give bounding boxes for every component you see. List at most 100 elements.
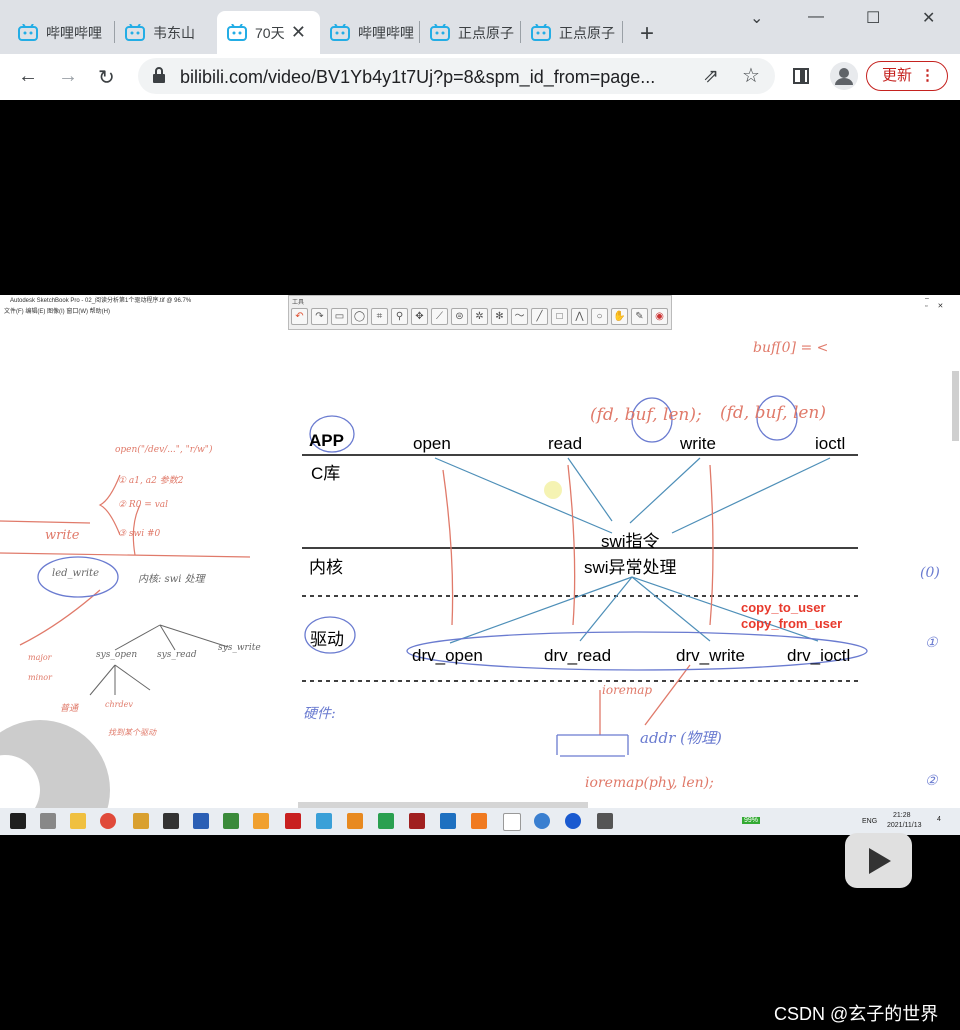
app-icon — [440, 813, 456, 829]
hand-left-3: ③ swi #0 — [118, 529, 161, 539]
hand-left-14: minor — [28, 673, 52, 682]
video-frame-desktop: Autodesk SketchBook Pro - 02_阅读分析第1个驱动程序… — [0, 295, 960, 835]
app-icon — [534, 813, 550, 829]
tab-title: 韦东山 — [153, 24, 195, 41]
call-ioctl: ioctl — [815, 434, 846, 453]
update-label: 更新 — [882, 67, 913, 84]
hand-left-5: led_write — [52, 568, 99, 579]
call-open: open — [413, 434, 451, 453]
tab-title: 哔哩哔哩 — [46, 24, 102, 41]
battery-indicator: 99% — [742, 817, 761, 824]
hand-buf-note: buf[0] = < — [753, 340, 829, 356]
drv-read: drv_read — [544, 646, 612, 665]
url-text[interactable]: bilibili.com/video/BV1Yb4y1t7Uj?p=8&spm_… — [180, 67, 685, 88]
back-icon[interactable]: ← — [18, 65, 38, 88]
copy-from-user-label: copy_from_user — [741, 616, 843, 631]
app-icon — [347, 813, 363, 829]
row-kernel: 内核 — [309, 558, 343, 577]
tab-bilibili-2[interactable]: 哔哩哔哩 — [320, 11, 420, 54]
drv-open: drv_open — [412, 646, 483, 665]
hand-hardware: 硬件: — [303, 706, 336, 722]
tree-lines — [89, 624, 229, 696]
explorer-icon — [70, 813, 86, 829]
canvas-vertical-scrollbar — [952, 371, 959, 441]
task-view-icon — [40, 813, 56, 829]
hand-right-1: ① — [925, 635, 938, 651]
row-app: APP — [309, 431, 344, 450]
hand-left-0: open("/dev/...", "r/w") — [115, 445, 213, 455]
chrome-icon — [100, 813, 116, 829]
reload-icon[interactable]: ↻ — [98, 65, 115, 90]
close-icon[interactable]: ✕ — [291, 22, 306, 43]
call-read: read — [548, 434, 583, 453]
hand-ioremap: ioremap — [602, 683, 653, 697]
swi-instruction: swi指令 — [601, 532, 660, 551]
csdn-watermark: CSDN @玄子的世界 — [774, 1004, 939, 1024]
hand-right-2: ② — [925, 773, 938, 789]
hand-left-6: 内核: swi 处理 — [138, 574, 205, 585]
typora-icon — [503, 813, 521, 831]
tab-title: 正点原子 — [458, 24, 514, 41]
tab-title: 哔哩哔哩 — [358, 24, 414, 41]
bilibili-icon — [430, 24, 450, 41]
tab-weidongshan[interactable]: 韦东山 — [115, 11, 217, 54]
hand-left-7: sys_open — [96, 650, 138, 660]
tab-separator — [622, 21, 623, 43]
menu-icon[interactable]: ⋮ — [920, 62, 935, 90]
profile-avatar-icon[interactable] — [830, 62, 858, 90]
app-icon — [565, 813, 581, 829]
play-button[interactable] — [845, 833, 912, 888]
share-icon[interactable]: ⇗ — [703, 65, 719, 88]
forward-icon[interactable]: → — [58, 65, 78, 88]
hand-left-10: 普通 — [60, 704, 79, 714]
app-icon — [133, 813, 149, 829]
hand-right-0: (0) — [920, 565, 940, 581]
minimize-icon[interactable]: — — [808, 8, 824, 26]
swi-handler: swi异常处理 — [584, 558, 677, 577]
new-tab-button[interactable]: + — [640, 20, 654, 48]
start-icon — [10, 813, 26, 829]
app-icon — [253, 813, 269, 829]
tab-bilibili-1[interactable]: 哔哩哔哩 — [0, 11, 115, 54]
tab-active-70days[interactable]: 70天 ✕ — [217, 11, 320, 54]
bilibili-icon — [125, 24, 145, 41]
bookmark-star-icon[interactable]: ☆ — [742, 63, 760, 88]
side-panel-icon[interactable] — [793, 68, 809, 84]
update-button[interactable]: 更新 ⋮ — [866, 61, 948, 91]
hardware-sketch — [556, 734, 629, 757]
tab-strip: 哔哩哔哩 韦东山 70天 ✕ 哔哩哔哩 正点原子 正点原子 + ⌄ — ☐ ✕ — [0, 0, 960, 54]
hand-write-args: (fd, buf, len) — [720, 403, 827, 423]
word-icon — [193, 813, 209, 829]
hand-left-8: sys_read — [157, 650, 197, 660]
maximize-icon[interactable]: ☐ — [866, 8, 880, 28]
clock-time: 21:28 — [893, 812, 911, 819]
tab-title: 70天 — [255, 24, 285, 41]
call-write: write — [680, 434, 716, 453]
hand-left-9: sys_write — [218, 643, 261, 653]
hand-left-4: write — [45, 528, 80, 543]
hand-left-11: chrdev — [105, 700, 133, 709]
language-indicator: ENG — [862, 818, 878, 825]
browser-toolbar: ← → ↻ bilibili.com/video/BV1Yb4y1t7Uj?p=… — [0, 54, 960, 101]
tab-search-icon[interactable]: ⌄ — [750, 8, 763, 28]
bilibili-icon — [227, 24, 247, 41]
row-clib: C库 — [311, 464, 341, 483]
hand-left-1: ① a1, a2 参数2 — [118, 476, 184, 486]
bilibili-icon — [330, 24, 350, 41]
filezilla-icon — [285, 813, 301, 829]
app-icon — [223, 813, 239, 829]
wechat-icon — [378, 813, 394, 829]
left-notes-lines — [0, 474, 251, 558]
copy-to-user-label: copy_to_user — [741, 600, 826, 615]
address-bar[interactable]: bilibili.com/video/BV1Yb4y1t7Uj?p=8&spm_… — [138, 58, 775, 94]
bilibili-icon — [531, 24, 551, 41]
hand-remap-call: ioremap(phy, len); — [585, 775, 714, 791]
app-icon — [409, 813, 425, 829]
drv-ioctl: drv_ioctl — [787, 646, 851, 665]
tab-zhengdian-1[interactable]: 正点原子 — [420, 11, 521, 54]
notification-count: 4 — [937, 816, 941, 823]
tab-zhengdian-2[interactable]: 正点原子 — [521, 11, 623, 54]
calculator-icon — [597, 813, 613, 829]
window-close-icon[interactable]: ✕ — [922, 8, 935, 28]
lock-icon — [153, 67, 165, 83]
